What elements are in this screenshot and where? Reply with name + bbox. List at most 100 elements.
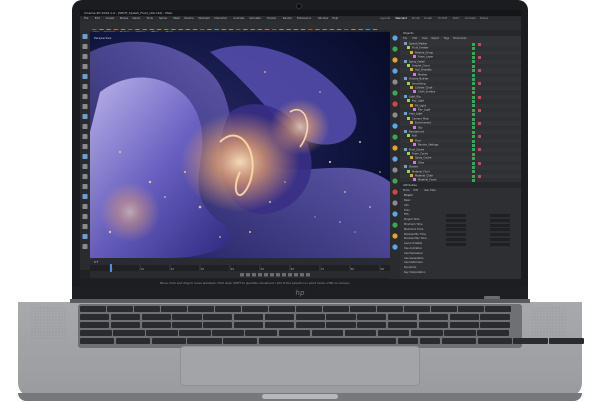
check-icon[interactable] [472,104,475,108]
tool-icon[interactable] [82,244,88,249]
mode-icon[interactable] [392,178,398,184]
attribute-value-field[interactable] [490,233,510,237]
material-tag-icon[interactable] [478,82,481,86]
objects-tab[interactable]: Edit [412,36,417,41]
mode-icon[interactable] [392,233,398,239]
check-icon[interactable] [472,165,475,169]
check-icon[interactable] [472,77,475,81]
tool-icon[interactable] [82,194,88,199]
keyboard-key[interactable] [431,306,457,312]
check-icon[interactable] [472,113,475,117]
keyboard-key[interactable] [441,338,477,344]
playback-control-icon[interactable] [246,273,250,277]
check-icon[interactable] [472,130,475,134]
check-icon[interactable] [472,139,475,143]
check-icon[interactable] [472,64,475,68]
material-tag-icon[interactable] [478,148,481,152]
tool-icon[interactable] [82,154,88,159]
tool-icon[interactable] [82,44,88,49]
attribute-list[interactable]: Basic Info Todo FPS Project Time Minimum Time… [400,199,521,279]
keyboard-key[interactable] [113,330,145,336]
keyboard-key[interactable] [146,330,178,336]
material-tag-icon[interactable] [478,55,481,59]
tool-icon[interactable] [82,54,88,59]
touchpad[interactable] [180,346,420,386]
tool-icon[interactable] [82,164,88,169]
keyboard-key[interactable] [264,322,295,328]
keyboard-key[interactable] [264,314,295,320]
keyboard-key[interactable] [141,322,171,328]
mode-icon[interactable] [392,46,398,52]
keyboard-key[interactable] [295,322,325,328]
keyboard-key[interactable] [215,306,241,312]
keyboard-key[interactable] [179,330,211,336]
mode-icon[interactable] [392,90,398,96]
check-icon[interactable] [472,157,475,161]
keyboard-key[interactable] [242,306,268,312]
3d-viewport[interactable]: Perspective [90,32,390,258]
mode-icon[interactable] [392,200,398,206]
keyboard-key[interactable] [110,314,141,320]
mode-icon[interactable] [392,167,398,173]
check-icon[interactable] [472,99,475,103]
keyboard-key[interactable] [80,314,110,320]
material-tag-icon[interactable] [478,42,481,46]
check-icon[interactable] [472,143,475,147]
mode-icon[interactable] [392,145,398,151]
keyboard-key[interactable] [326,314,356,320]
keyboard-key[interactable] [296,306,322,312]
mode-icon[interactable] [392,112,398,118]
check-icon[interactable] [472,55,475,59]
tool-icon[interactable] [82,174,88,179]
check-icon[interactable] [472,91,475,95]
keyboard-key[interactable] [449,322,479,328]
keyboard-key[interactable] [80,338,115,344]
keyboard-key[interactable] [323,306,349,312]
attribute-value-field[interactable] [446,237,466,241]
tool-icon[interactable] [82,234,88,239]
attributes-tab[interactable]: Mode [403,188,410,193]
check-icon[interactable] [472,170,475,174]
check-icon[interactable] [472,60,475,64]
playback-control-icon[interactable] [252,273,256,277]
keyboard-key[interactable] [357,314,387,320]
keyboard-key[interactable] [387,314,418,320]
keyboard-key[interactable] [357,322,387,328]
keyboard-key[interactable] [161,306,187,312]
check-icon[interactable] [472,148,475,152]
material-tag-icon[interactable] [478,69,481,73]
keyboard-key[interactable] [326,322,356,328]
objects-tab[interactable]: Object [431,36,439,41]
keyboard-key[interactable] [80,322,110,328]
keyboard-key[interactable] [477,330,509,336]
keyboard[interactable] [78,304,584,348]
tool-icon[interactable] [82,124,88,129]
keyboard-key[interactable] [188,306,214,312]
keyboard-key[interactable] [458,306,484,312]
attribute-value-field[interactable] [490,228,510,232]
objects-tab[interactable]: Tags [444,36,449,41]
keyboard-key[interactable] [258,338,397,344]
keyboard-key[interactable] [172,314,202,320]
keyboard-key[interactable] [80,330,112,336]
check-icon[interactable] [472,126,475,130]
playback-control-icon[interactable] [240,273,244,277]
playback-control-icon[interactable] [264,273,268,277]
keyboard-key[interactable] [350,306,376,312]
keyboard-key[interactable] [134,306,160,312]
keyboard-key[interactable] [485,306,511,312]
keyboard-key[interactable] [115,338,151,344]
check-icon[interactable] [472,95,475,99]
keyboard-key[interactable] [387,322,418,328]
tool-icon[interactable] [82,74,88,79]
objects-tab[interactable]: Bookmarks [453,36,466,41]
attribute-value-field[interactable] [446,223,466,227]
playback-control-icon[interactable] [282,273,286,277]
check-icon[interactable] [472,135,475,139]
check-icon[interactable] [472,47,475,51]
tool-icon[interactable] [82,64,88,69]
attribute-value-field[interactable] [446,218,466,222]
keyboard-key[interactable] [245,330,278,336]
keyboard-key[interactable] [418,314,449,320]
tool-icon[interactable] [82,134,88,139]
